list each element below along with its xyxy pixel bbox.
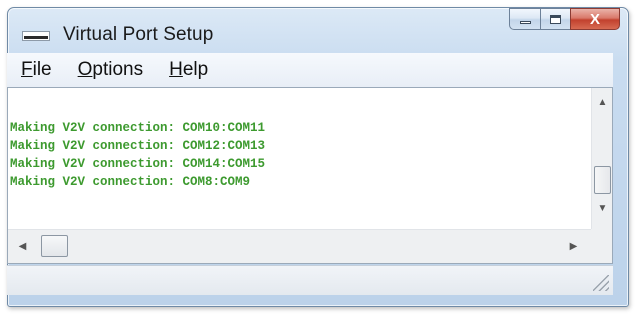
- horizontal-scrollbar[interactable]: ◀ ▶: [8, 229, 591, 263]
- log-line: Making V2V connection: COM14:COM15: [10, 157, 266, 171]
- menu-bar: File Options Help: [7, 53, 613, 88]
- window-title: Virtual Port Setup: [63, 24, 214, 45]
- maximize-button[interactable]: [540, 8, 570, 30]
- status-bar: [7, 265, 613, 295]
- scroll-right-arrow-icon[interactable]: ▶: [563, 230, 584, 264]
- menu-file[interactable]: File: [7, 53, 64, 87]
- log-output-area[interactable]: Making V2V connection: COM10:COM11 Makin…: [7, 87, 613, 264]
- close-button[interactable]: X: [570, 8, 620, 30]
- log-line: Making V2V connection: COM10:COM11: [10, 121, 266, 135]
- scroll-down-arrow-icon[interactable]: ▼: [592, 198, 613, 219]
- close-icon: X: [589, 10, 600, 28]
- vertical-scrollbar[interactable]: ▲ ▼: [591, 88, 612, 229]
- menu-help[interactable]: Help: [155, 53, 220, 87]
- scroll-left-arrow-icon[interactable]: ◀: [12, 230, 33, 264]
- minimize-button[interactable]: [509, 8, 540, 30]
- resize-grip-icon[interactable]: [593, 275, 609, 291]
- menu-options[interactable]: Options: [64, 53, 155, 87]
- title-bar[interactable]: Virtual Port Setup X: [8, 8, 628, 53]
- minimize-icon: [519, 21, 531, 24]
- caption-buttons: X: [509, 8, 620, 30]
- horizontal-scroll-thumb[interactable]: [41, 235, 68, 257]
- scroll-up-arrow-icon[interactable]: ▲: [592, 92, 613, 113]
- maximize-icon: [550, 14, 561, 24]
- serial-port-app-icon[interactable]: [22, 31, 50, 41]
- vertical-scroll-thumb[interactable]: [594, 166, 611, 194]
- log-line: Making V2V connection: COM12:COM13: [10, 139, 266, 153]
- scrollbar-corner: [591, 229, 612, 263]
- log-lines: Making V2V connection: COM10:COM11 Makin…: [10, 119, 265, 191]
- log-line: Making V2V connection: COM8:COM9: [10, 175, 251, 189]
